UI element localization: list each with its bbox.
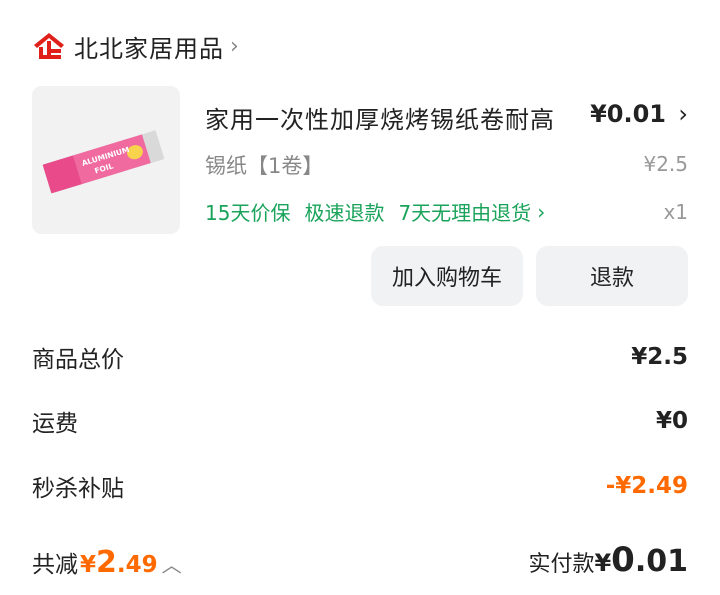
order-footer: 共减 ¥ 2 .49 ︿ 实付款 ¥ 0 .01 (32, 530, 688, 580)
shipping-value: ¥0 (655, 408, 688, 434)
original-price: ¥2.5 (643, 152, 688, 176)
items-total-value: ¥2.5 (631, 344, 688, 370)
service-tag: 7天无理由退货 (398, 201, 532, 225)
chevron-right-icon[interactable]: › (537, 200, 545, 224)
shop-logo-icon (32, 31, 66, 61)
product-spec: 锡纸【1卷】 (205, 154, 324, 178)
saved-label: 共减 (32, 552, 78, 578)
chevron-up-icon[interactable]: ︿ (162, 549, 182, 578)
chevron-right-icon[interactable]: › (678, 100, 688, 128)
service-tag: 15天价保 (205, 201, 291, 225)
saved-amount-dec: .49 (116, 552, 158, 578)
saved-amount-int: 2 (96, 545, 117, 580)
refund-button[interactable]: 退款 (536, 246, 688, 306)
shop-header[interactable]: 北北家居用品 › (32, 28, 239, 64)
amount-paid: 实付款 ¥ 0 .01 (528, 540, 688, 580)
chevron-right-icon[interactable]: › (230, 34, 239, 59)
service-tags[interactable]: 15天价保 极速退款 7天无理由退货 › (205, 197, 559, 226)
shipping-row: 运费 ¥0 (32, 401, 688, 441)
shipping-label: 运费 (32, 411, 78, 437)
paid-currency: ¥ (594, 549, 612, 577)
paid-amount-dec: .01 (634, 544, 688, 579)
quantity: x1 (663, 200, 688, 224)
product-price: ¥0.01 (590, 100, 666, 128)
paid-amount-int: 0 (611, 540, 635, 580)
subsidy-label: 秒杀补贴 (32, 476, 124, 502)
paid-label: 实付款 (528, 552, 595, 577)
subsidy-value: -¥2.49 (605, 473, 688, 499)
total-saved[interactable]: 共减 ¥ 2 .49 ︿ (32, 545, 182, 580)
items-total-row: 商品总价 ¥2.5 (32, 337, 688, 377)
items-total-label: 商品总价 (32, 347, 124, 373)
product-title[interactable]: 家用一次性加厚烧烤锡纸卷耐高 (205, 100, 555, 135)
service-tag: 极速退款 (304, 201, 385, 225)
shop-name[interactable]: 北北家居用品 (74, 29, 224, 64)
product-image[interactable]: ALUMINIUM FOIL (32, 86, 180, 234)
add-to-cart-button[interactable]: 加入购物车 (371, 246, 523, 306)
saved-currency: ¥ (80, 552, 97, 578)
subsidy-row: 秒杀补贴 -¥2.49 (32, 466, 688, 506)
